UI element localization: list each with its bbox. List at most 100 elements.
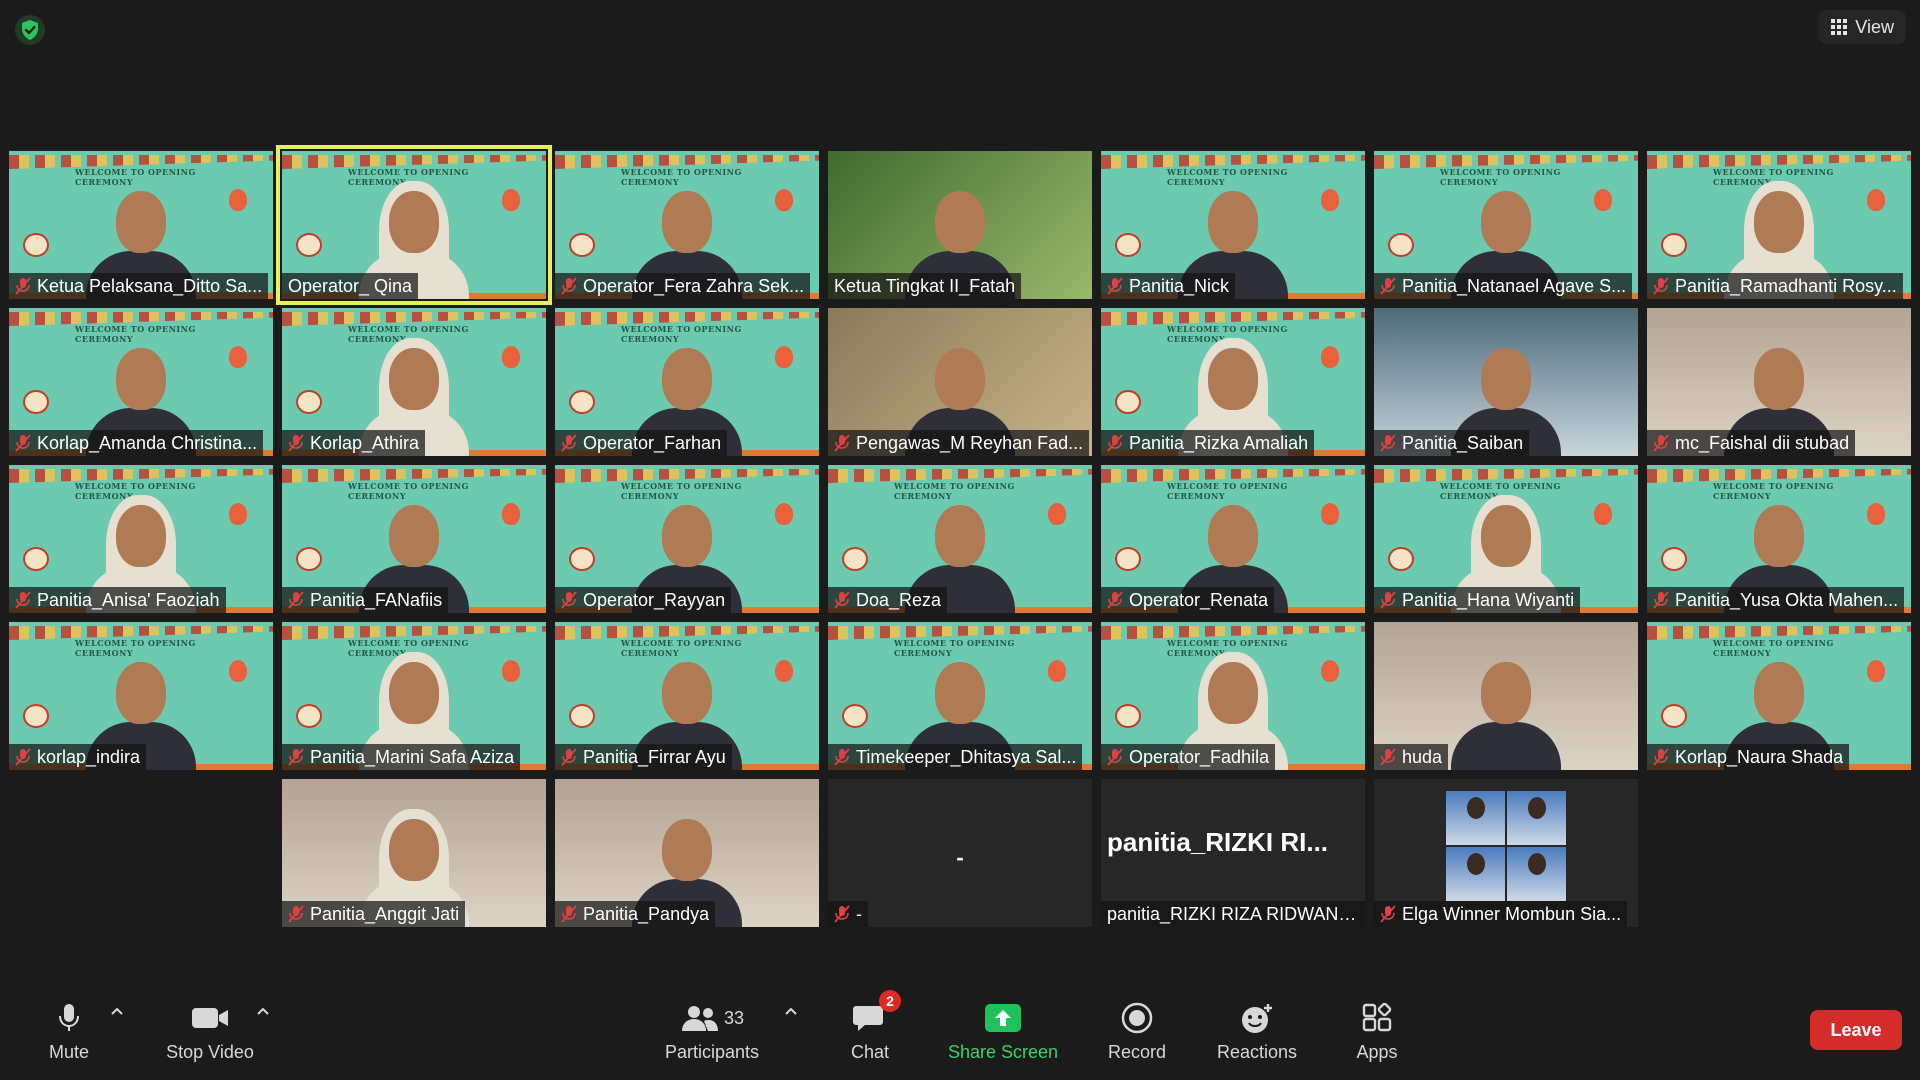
- participant-tile[interactable]: WELCOME TO OPENING CEREMONY Panitia_Anisa…: [9, 465, 273, 613]
- grid-icon: [1831, 19, 1848, 35]
- participant-tile[interactable]: mc_Faishal dii stubad: [1647, 308, 1911, 456]
- participant-name: korlap_indira: [37, 746, 141, 767]
- participant-name: Panitia_Firrar Ayu: [583, 746, 726, 767]
- gallery-grid: WELCOME TO OPENING CEREMONY Ketua Pelaksa…: [9, 145, 1911, 929]
- participant-tile[interactable]: WELCOME TO OPENING CEREMONY Panitia_Yusa …: [1647, 465, 1911, 613]
- participant-tile[interactable]: WELCOME TO OPENING CEREMONY Panitia_Firra…: [555, 622, 819, 770]
- participant-tile[interactable]: WELCOME TO OPENING CEREMONY Operator_Rena…: [1101, 465, 1365, 613]
- name-label-bar: Panitia_Marini Safa Aziza: [282, 744, 521, 770]
- participant-tile[interactable]: WELCOME TO OPENING CEREMONY Operator_Rayy…: [555, 465, 819, 613]
- muted-microphone-icon: [1107, 434, 1123, 452]
- name-label-bar: Timekeeper_Dhitasya Sal...: [828, 744, 1083, 770]
- participant-tile[interactable]: WELCOME TO OPENING CEREMONY Operator_ Qin…: [276, 145, 552, 305]
- muted-microphone-icon: [15, 434, 31, 452]
- participant-name: Panitia_Pandya: [583, 903, 710, 924]
- name-label-bar: Elga Winner Mombun Sia...: [1374, 901, 1628, 927]
- participant-tile[interactable]: huda: [1374, 622, 1638, 770]
- muted-microphone-icon: [1380, 277, 1396, 295]
- participant-tile[interactable]: WELCOME TO OPENING CEREMONY Korlap_Naura …: [1647, 622, 1911, 770]
- participant-tile[interactable]: WELCOME TO OPENING CEREMONY Panitia_Natan…: [1374, 151, 1638, 299]
- participant-tile[interactable]: Panitia_Pandya: [555, 779, 819, 927]
- video-camera-icon: [192, 1008, 228, 1028]
- participant-name: Operator_Farhan: [583, 432, 722, 453]
- participant-tile[interactable]: WELCOME TO OPENING CEREMONY Operator_Fera…: [555, 151, 819, 299]
- participants-button[interactable]: 33 Participants: [662, 996, 762, 1076]
- shield-check-icon[interactable]: [14, 14, 46, 46]
- apps-label: Apps: [1356, 1042, 1398, 1062]
- participants-label: Participants: [664, 1042, 760, 1062]
- participant-tile[interactable]: Ketua Tingkat II_Fatah: [828, 151, 1092, 299]
- participant-name: Panitia_Rizka Amaliah: [1129, 432, 1309, 453]
- muted-microphone-icon: [561, 434, 577, 452]
- reactions-label: Reactions: [1216, 1042, 1298, 1062]
- muted-microphone-icon: [1380, 434, 1396, 452]
- participant-tile[interactable]: WELCOME TO OPENING CEREMONY Operator_Farh…: [555, 308, 819, 456]
- muted-microphone-icon: [1380, 591, 1396, 609]
- participant-name: mc_Faishal dii stubad: [1675, 432, 1850, 453]
- participant-tile[interactable]: WELCOME TO OPENING CEREMONY Panitia_Rizka…: [1101, 308, 1365, 456]
- participant-name: Doa_Reza: [856, 589, 942, 610]
- participant-tile[interactable]: WELCOME TO OPENING CEREMONY Panitia_Hana …: [1374, 465, 1638, 613]
- participant-tile[interactable]: Pengawas_M Reyhan Fad...: [828, 308, 1092, 456]
- participant-tile[interactable]: WELCOME TO OPENING CEREMONY Korlap_Amanda…: [9, 308, 273, 456]
- participant-silhouette: [1451, 650, 1561, 770]
- stop-video-button[interactable]: Stop Video: [160, 996, 260, 1076]
- share-screen-button[interactable]: Share Screen: [944, 996, 1062, 1076]
- reactions-button[interactable]: Reactions: [1212, 996, 1302, 1076]
- participant-name: Operator_ Qina: [288, 275, 413, 296]
- muted-microphone-icon: [561, 277, 577, 295]
- participant-tile[interactable]: WELCOME TO OPENING CEREMONY Ketua Pelaksa…: [9, 151, 273, 299]
- participant-name: -: [856, 903, 862, 924]
- name-label-bar: Pengawas_M Reyhan Fad...: [828, 430, 1090, 456]
- name-label-bar: Panitia_Anggit Jati: [282, 901, 466, 927]
- name-label-bar: Doa_Reza: [828, 587, 948, 613]
- muted-microphone-icon: [1107, 591, 1123, 609]
- participant-name: Pengawas_M Reyhan Fad...: [856, 432, 1084, 453]
- meeting-toolbar: Mute Stop Video 33 Participants 2 Chat S…: [0, 988, 1920, 1080]
- participant-name: Panitia_Saiban: [1402, 432, 1524, 453]
- chat-label: Chat: [850, 1042, 890, 1062]
- participant-tile[interactable]: panitia_RIZKI RI... panitia_RIZKI RIZA RI…: [1101, 779, 1365, 927]
- apps-icon: [1362, 1003, 1392, 1032]
- name-label-bar: Korlap_Athira: [282, 430, 426, 456]
- name-label-bar: korlap_indira: [9, 744, 147, 770]
- name-label-bar: Panitia_Pandya: [555, 901, 716, 927]
- participant-name: Operator_Renata: [1129, 589, 1269, 610]
- name-label-bar: Operator_Farhan: [555, 430, 728, 456]
- muted-microphone-icon: [15, 277, 31, 295]
- participant-tile[interactable]: WELCOME TO OPENING CEREMONY Panitia_Ramad…: [1647, 151, 1911, 299]
- muted-microphone-icon: [834, 434, 850, 452]
- participant-name: Korlap_Naura Shada: [1675, 746, 1844, 767]
- participant-tile[interactable]: WELCOME TO OPENING CEREMONY Timekeeper_Dh…: [828, 622, 1092, 770]
- participant-tile[interactable]: Panitia_Anggit Jati: [282, 779, 546, 927]
- muted-microphone-icon: [15, 591, 31, 609]
- chat-button[interactable]: 2 Chat: [842, 990, 901, 1076]
- participant-tile[interactable]: WELCOME TO OPENING CEREMONY Operator_Fadh…: [1101, 622, 1365, 770]
- mute-button[interactable]: Mute: [40, 996, 98, 1076]
- leave-button[interactable]: Leave: [1810, 1010, 1902, 1050]
- participant-tile[interactable]: WELCOME TO OPENING CEREMONY korlap_indira: [9, 622, 273, 770]
- muted-microphone-icon: [834, 591, 850, 609]
- muted-microphone-icon: [288, 905, 304, 923]
- name-label-bar: Korlap_Amanda Christina...: [9, 430, 264, 456]
- participant-tile[interactable]: WELCOME TO OPENING CEREMONY Panitia_Marin…: [282, 622, 546, 770]
- chevron-up-icon[interactable]: [256, 1006, 270, 1016]
- apps-button[interactable]: Apps: [1346, 996, 1408, 1076]
- participant-name: Panitia_Natanael Agave S...: [1402, 275, 1627, 296]
- participant-tile[interactable]: Elga Winner Mombun Sia...: [1374, 779, 1638, 927]
- participant-tile[interactable]: WELCOME TO OPENING CEREMONY Panitia_FANaf…: [282, 465, 546, 613]
- participant-tile[interactable]: --: [828, 779, 1092, 927]
- participant-tile[interactable]: Panitia_Saiban: [1374, 308, 1638, 456]
- name-label-bar: Operator_Rayyan: [555, 587, 732, 613]
- participant-tile[interactable]: WELCOME TO OPENING CEREMONY Korlap_Athira: [282, 308, 546, 456]
- name-label-bar: Panitia_Hana Wiyanti: [1374, 587, 1581, 613]
- name-label-bar: Panitia_Anisa' Faoziah: [9, 587, 226, 613]
- record-button[interactable]: Record: [1102, 996, 1172, 1076]
- participant-tile[interactable]: WELCOME TO OPENING CEREMONY Panitia_Nick: [1101, 151, 1365, 299]
- participant-name: Ketua Tingkat II_Fatah: [834, 275, 1016, 296]
- chevron-up-icon[interactable]: [784, 1006, 798, 1016]
- view-button[interactable]: View: [1819, 10, 1906, 44]
- participant-tile[interactable]: WELCOME TO OPENING CEREMONY Doa_Reza: [828, 465, 1092, 613]
- chevron-up-icon[interactable]: [110, 1006, 124, 1016]
- muted-microphone-icon: [288, 591, 304, 609]
